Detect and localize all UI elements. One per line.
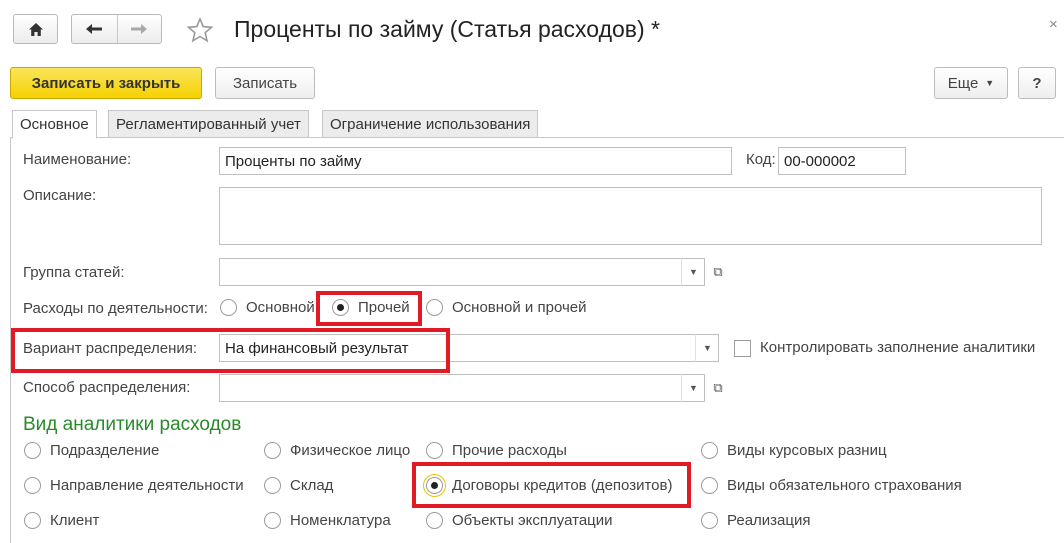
tab-regulated-accounting[interactable]: Регламентированный учет <box>108 110 309 138</box>
radio-circle <box>701 477 718 494</box>
radio-circle <box>24 442 41 459</box>
code-label: Код: <box>746 151 776 168</box>
analytics-option-label: Физическое лицо <box>290 442 411 459</box>
analytics-radio-business-line[interactable]: Направление деятельности <box>24 477 244 494</box>
analytics-option-label: Склад <box>290 477 334 494</box>
tab-main[interactable]: Основное <box>12 110 97 139</box>
activity-option-main: Основной <box>246 299 315 316</box>
forward-button[interactable] <box>116 15 162 43</box>
radio-circle <box>264 442 281 459</box>
highlight-credit-agreements <box>412 462 691 508</box>
analytics-radio-other-expenses[interactable]: Прочие расходы <box>426 442 567 459</box>
radio-circle <box>24 477 41 494</box>
radio-circle <box>426 299 443 316</box>
help-button[interactable]: ? <box>1018 67 1056 99</box>
history-nav <box>71 14 162 44</box>
analytics-radio-client[interactable]: Клиент <box>24 512 99 529</box>
window-title: Проценты по займу (Статья расходов) * <box>234 16 660 42</box>
analytics-section-title: Вид аналитики расходов <box>23 414 242 435</box>
save-button[interactable]: Записать <box>215 67 315 99</box>
arrow-left-icon <box>86 24 103 34</box>
activity-option-main-and-other: Основной и прочей <box>452 299 587 316</box>
activity-radio-main-and-other[interactable]: Основной и прочей <box>426 299 587 316</box>
home-icon <box>28 22 43 36</box>
control-analytics-label: Контролировать заполнение аналитики <box>760 339 1036 356</box>
radio-circle <box>426 442 443 459</box>
analytics-option-label: Номенклатура <box>290 512 391 529</box>
back-button[interactable] <box>72 15 117 43</box>
analytics-radio-sales[interactable]: Реализация <box>701 512 810 529</box>
highlight-activity-other <box>316 291 422 326</box>
distribution-method-label: Способ распределения: <box>23 379 191 396</box>
analytics-radio-exchange-differences[interactable]: Виды курсовых разниц <box>701 442 887 459</box>
description-field[interactable] <box>219 187 1042 245</box>
analytics-option-label: Клиент <box>50 512 100 529</box>
distribution-method-field[interactable] <box>219 374 705 402</box>
analytics-option-label: Направление деятельности <box>50 477 244 494</box>
highlight-distribution-variant <box>11 328 450 373</box>
distribution-method-dropdown-icon[interactable]: ▼ <box>681 374 705 402</box>
save-and-close-button[interactable]: Записать и закрыть <box>10 67 202 99</box>
more-button[interactable]: Еще ▼ <box>934 67 1008 99</box>
arrow-right-icon <box>131 24 148 34</box>
name-label: Наименование: <box>23 151 132 168</box>
favorite-star-icon[interactable] <box>186 16 214 43</box>
analytics-radio-operation-objects[interactable]: Объекты эксплуатации <box>426 512 613 529</box>
radio-circle <box>264 477 281 494</box>
analytics-radio-nomenclature[interactable]: Номенклатура <box>264 512 391 529</box>
radio-circle <box>701 442 718 459</box>
code-field[interactable]: 00-000002 <box>778 147 906 175</box>
analytics-option-label: Виды курсовых разниц <box>727 442 887 459</box>
analytics-radio-mandatory-insurance[interactable]: Виды обязательного страхования <box>701 477 962 494</box>
analytics-radio-department[interactable]: Подразделение <box>24 442 159 459</box>
control-analytics-checkbox[interactable] <box>734 340 751 357</box>
analytics-option-label: Реализация <box>727 512 811 529</box>
distribution-variant-dropdown-icon[interactable]: ▼ <box>695 334 719 362</box>
analytics-radio-individual[interactable]: Физическое лицо <box>264 442 410 459</box>
radio-circle <box>264 512 281 529</box>
description-label: Описание: <box>23 187 97 204</box>
radio-circle <box>220 299 237 316</box>
group-label: Группа статей: <box>23 264 125 281</box>
chevron-down-icon: ▼ <box>985 78 995 88</box>
analytics-option-label: Прочие расходы <box>452 442 567 459</box>
radio-circle <box>24 512 41 529</box>
group-field[interactable] <box>219 258 705 286</box>
tab-usage-restrictions[interactable]: Ограничение использования <box>322 110 539 138</box>
radio-circle <box>426 512 443 529</box>
distribution-method-open-icon[interactable]: ⧉ <box>706 374 730 402</box>
name-field[interactable]: Проценты по займу <box>219 147 732 175</box>
close-icon[interactable]: × <box>1049 16 1058 33</box>
analytics-option-label: Подразделение <box>50 442 160 459</box>
analytics-radio-warehouse[interactable]: Склад <box>264 477 333 494</box>
analytics-option-label: Виды обязательного страхования <box>727 477 962 494</box>
radio-circle <box>701 512 718 529</box>
activity-radio-main[interactable]: Основной <box>220 299 315 316</box>
activity-label: Расходы по деятельности: <box>23 300 208 317</box>
group-open-icon[interactable]: ⧉ <box>706 258 730 286</box>
analytics-option-label: Объекты эксплуатации <box>452 512 613 529</box>
home-button[interactable] <box>13 14 58 44</box>
group-dropdown-icon[interactable]: ▼ <box>681 258 705 286</box>
more-label: Еще <box>947 74 979 92</box>
